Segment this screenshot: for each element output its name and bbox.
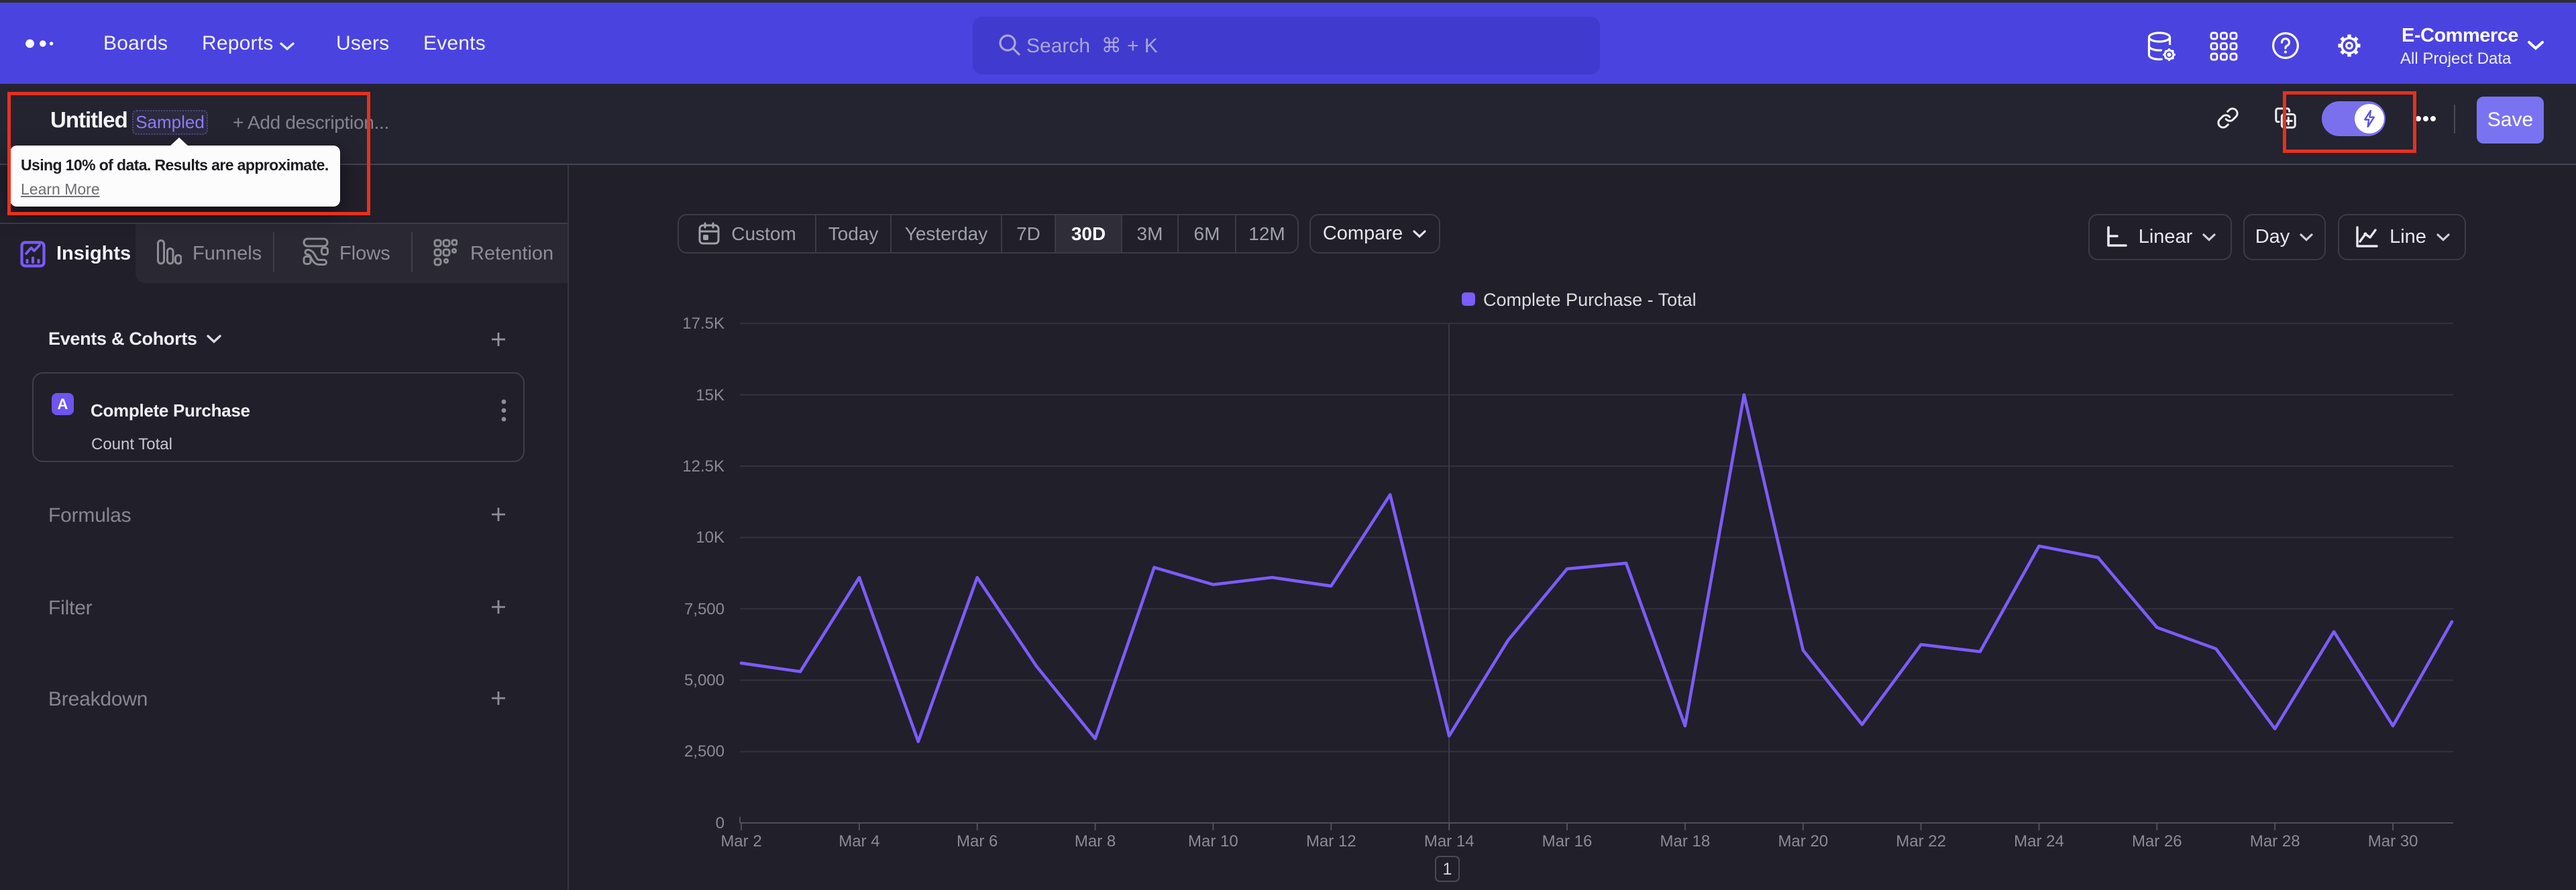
svg-text:Mar 10: Mar 10: [1188, 832, 1238, 850]
svg-text:Mar 18: Mar 18: [1660, 832, 1711, 850]
svg-text:7,500: 7,500: [684, 600, 724, 618]
svg-text:Mar 12: Mar 12: [1306, 832, 1356, 850]
svg-text:Mar 4: Mar 4: [839, 832, 879, 850]
svg-text:Mar 6: Mar 6: [957, 832, 998, 850]
svg-text:Mar 22: Mar 22: [1896, 832, 1946, 850]
svg-text:5,000: 5,000: [684, 671, 724, 689]
svg-text:1: 1: [1443, 860, 1452, 879]
svg-text:Mar 30: Mar 30: [2368, 832, 2418, 850]
svg-text:Mar 28: Mar 28: [2250, 832, 2300, 850]
svg-text:Mar 24: Mar 24: [2014, 832, 2064, 850]
svg-text:15K: 15K: [696, 386, 724, 404]
svg-text:Complete Purchase - Total: Complete Purchase - Total: [1483, 290, 1697, 310]
svg-text:0: 0: [716, 814, 724, 832]
svg-text:17.5K: 17.5K: [682, 315, 724, 333]
svg-text:10K: 10K: [696, 529, 724, 547]
svg-text:Mar 26: Mar 26: [2132, 832, 2182, 850]
svg-text:2,500: 2,500: [684, 742, 724, 761]
svg-text:Mar 14: Mar 14: [1424, 832, 1474, 850]
svg-text:Mar 20: Mar 20: [1778, 832, 1828, 850]
svg-text:Mar 16: Mar 16: [1542, 832, 1593, 850]
svg-text:Mar 8: Mar 8: [1075, 832, 1116, 850]
svg-text:12.5K: 12.5K: [682, 457, 724, 476]
svg-text:Mar 2: Mar 2: [720, 832, 761, 850]
